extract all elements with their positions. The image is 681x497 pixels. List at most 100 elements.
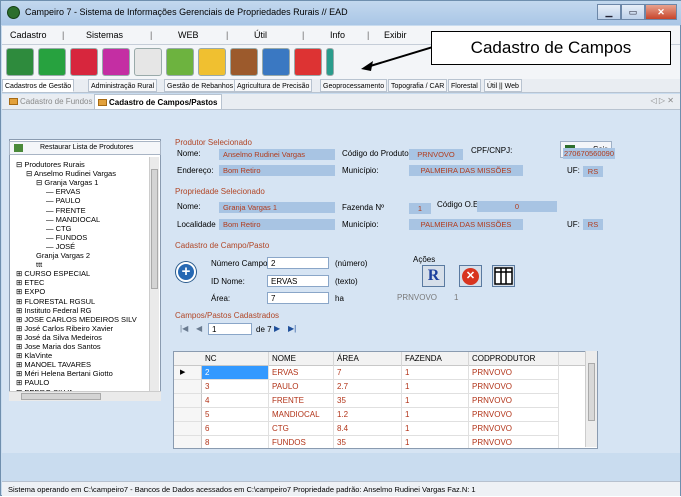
delete-button[interactable]: ✕	[459, 265, 482, 287]
tree-item[interactable]: ⊟ Anselmo Rudinei Vargas	[26, 169, 116, 178]
tab-administracao-rural[interactable]: Administração Rural	[88, 79, 158, 92]
tree-item[interactable]: — CTG	[46, 224, 71, 233]
table-cell[interactable]: PRNVOVO	[469, 366, 559, 380]
table-cell[interactable]: 1.2	[334, 408, 402, 422]
table-cell[interactable]: 2.7	[334, 380, 402, 394]
grid-view-button[interactable]	[492, 265, 515, 287]
table-cell[interactable]: PRNVOVO	[469, 380, 559, 394]
menu-util[interactable]: Útil	[254, 30, 267, 40]
tree-item[interactable]: — ERVAS	[46, 187, 80, 196]
tree-item[interactable]: — JOSÉ	[46, 242, 75, 251]
table-cell[interactable]: 1	[402, 394, 469, 408]
add-producer-icon[interactable]	[6, 48, 34, 76]
tab-scroll-arrows[interactable]: ◁ ▷ ✕	[651, 96, 674, 105]
tab-florestal[interactable]: Florestal	[448, 79, 481, 92]
prev-page-icon[interactable]: ◀	[196, 324, 202, 333]
column-header[interactable]: NOME	[269, 352, 334, 366]
menu-info[interactable]: Info	[330, 30, 345, 40]
row-selector[interactable]	[174, 380, 202, 394]
add-campo-button[interactable]: +	[176, 262, 196, 282]
table-cell[interactable]: PRNVOVO	[469, 394, 559, 408]
table-row[interactable]: ▶ 2 ERVAS 7 1 PRNVOVO	[174, 366, 597, 380]
tree-item[interactable]: — PAULO	[46, 196, 80, 205]
table-cell[interactable]: 4	[202, 394, 269, 408]
column-header[interactable]: NC	[202, 352, 269, 366]
green-star-icon[interactable]	[38, 48, 66, 76]
table-row[interactable]: 4 FRENTE 35 1 PRNVOVO	[174, 394, 597, 408]
tree-item[interactable]: ttt	[36, 260, 42, 269]
doc-tab-cadastro-campos[interactable]: Cadastro de Campos/Pastos	[94, 94, 223, 109]
table-cell[interactable]: 5	[202, 408, 269, 422]
close-button[interactable]: ✕	[645, 4, 677, 20]
table-cell[interactable]: 6	[202, 422, 269, 436]
tree-item[interactable]: ⊞ KlaVinte	[16, 351, 52, 360]
table-cell[interactable]: 1	[402, 408, 469, 422]
table-cell[interactable]: PRNVOVO	[469, 422, 559, 436]
tree-item[interactable]: ⊞ CURSO ESPECIAL	[16, 269, 90, 278]
id-nome-input[interactable]	[267, 275, 329, 287]
tree-item[interactable]: ⊟ Granja Vargas 1	[36, 178, 98, 187]
table-cell[interactable]: ERVAS	[269, 366, 334, 380]
table-cell[interactable]: PAULO	[269, 380, 334, 394]
magenta-star-icon[interactable]	[102, 48, 130, 76]
table-row[interactable]: 3 PAULO 2.7 1 PRNVOVO	[174, 380, 597, 394]
cow-icon[interactable]	[134, 48, 162, 76]
maximize-button[interactable]: ▭	[621, 4, 645, 20]
tree-item[interactable]: — MANDIOCAL	[46, 215, 100, 224]
column-header[interactable]: FAZENDA	[402, 352, 469, 366]
menu-exibir[interactable]: Exibir	[384, 30, 407, 40]
column-header[interactable]: CODPRODUTOR	[469, 352, 559, 366]
house-icon[interactable]	[198, 48, 226, 76]
tree-item[interactable]: ⊞ PAULO	[16, 378, 49, 387]
tree-item[interactable]: ⊞ ETEC	[16, 278, 44, 287]
menu-cadastro[interactable]: Cadastro	[10, 30, 47, 40]
menu-web[interactable]: WEB	[178, 30, 199, 40]
row-selector[interactable]	[174, 422, 202, 436]
tab-gestao-rebanhos[interactable]: Gestão de Rebanhos	[164, 79, 237, 92]
doc-tab-cadastro-fundos[interactable]: Cadastro de Fundos	[6, 94, 97, 109]
next-page-icon[interactable]: ▶	[274, 324, 280, 333]
tab-util-web[interactable]: Útil || Web	[484, 79, 522, 92]
tree-horizontal-scrollbar[interactable]	[9, 391, 161, 401]
page-input[interactable]	[208, 323, 252, 335]
menu-sistemas[interactable]: Sistemas	[86, 30, 123, 40]
table-cell[interactable]: PRNVOVO	[469, 408, 559, 422]
table-cell[interactable]: 1	[402, 380, 469, 394]
tree-item[interactable]: ⊞ Instituto Federal RG	[16, 306, 91, 315]
tab-agricultura-precisao[interactable]: Agricultura de Precisão	[234, 79, 313, 92]
table-cell[interactable]: 1	[402, 366, 469, 380]
tree-item[interactable]: ⊞ JOSE CARLOS MEDEIROS SILV	[16, 315, 137, 324]
row-selector[interactable]	[174, 436, 202, 448]
last-page-icon[interactable]: ▶|	[288, 324, 296, 333]
table-cell[interactable]: 2	[202, 366, 269, 380]
table-cell[interactable]: 35	[334, 394, 402, 408]
tree-item[interactable]: Granja Vargas 2	[36, 251, 90, 260]
tree-item[interactable]: ⊞ José da Silva Medeiros	[16, 333, 102, 342]
tractor-icon[interactable]	[230, 48, 258, 76]
table-cell[interactable]: FRENTE	[269, 394, 334, 408]
table-row[interactable]: 8 FUNDOS 35 1 PRNVOVO	[174, 436, 597, 448]
map-icon[interactable]	[262, 48, 290, 76]
row-selector[interactable]	[174, 408, 202, 422]
plant-icon[interactable]	[166, 48, 194, 76]
table-cell[interactable]: 3	[202, 380, 269, 394]
table-cell[interactable]: 8.4	[334, 422, 402, 436]
tree-item[interactable]: ⊞ Jose Maria dos Santos	[16, 342, 101, 351]
tree-vertical-scrollbar[interactable]	[149, 157, 159, 391]
table-cell[interactable]: 1	[402, 436, 469, 448]
row-selector[interactable]: ▶	[174, 366, 202, 380]
table-cell[interactable]: 8	[202, 436, 269, 448]
table-cell[interactable]: CTG	[269, 422, 334, 436]
minimize-button[interactable]: ▁	[597, 4, 621, 20]
table-scrollbar[interactable]	[585, 351, 597, 447]
table-cell[interactable]: 1	[402, 422, 469, 436]
tab-topografia-car[interactable]: Topografia / CAR	[388, 79, 448, 92]
tree-item[interactable]: ⊞ José Carlos Ribeiro Xavier	[16, 324, 113, 333]
table-cell[interactable]: FUNDOS	[269, 436, 334, 448]
tree-item[interactable]: ⊞ EXPO	[16, 287, 45, 296]
first-page-icon[interactable]: |◀	[180, 324, 188, 333]
table-cell[interactable]: 35	[334, 436, 402, 448]
table-cell[interactable]: MANDIOCAL	[269, 408, 334, 422]
table-cell[interactable]: 7	[334, 366, 402, 380]
tab-geoprocessamento[interactable]: Geoprocessamento	[320, 79, 388, 92]
